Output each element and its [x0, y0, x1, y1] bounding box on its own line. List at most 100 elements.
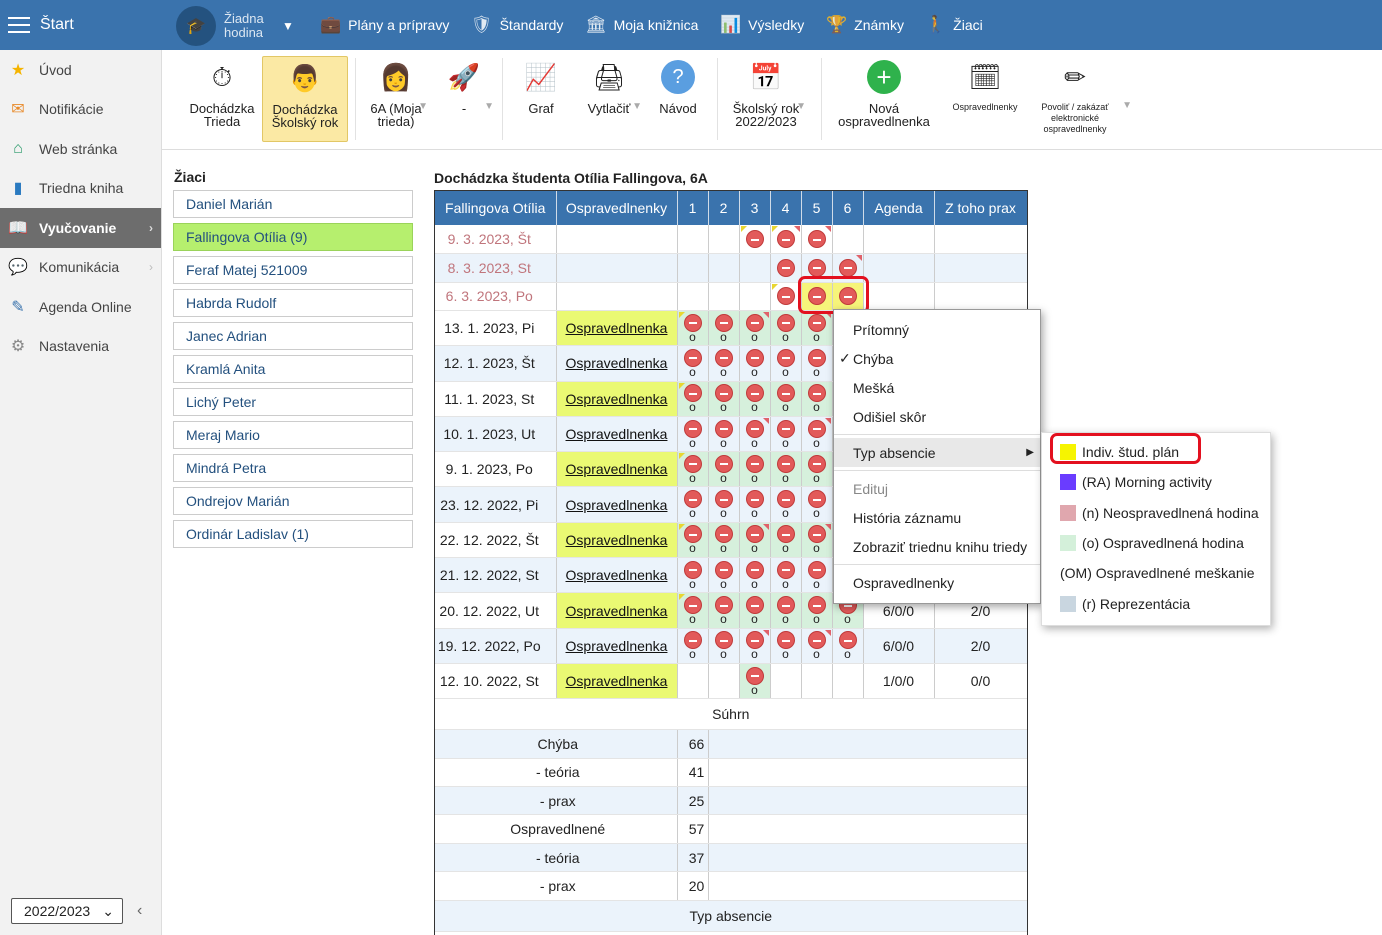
excuse-link[interactable]: Ospravedlnenka	[566, 426, 668, 442]
absence-mark[interactable]: o	[740, 666, 770, 696]
excuse-link[interactable]: Ospravedlnenka	[566, 532, 668, 548]
lesson-cell[interactable]: o	[770, 451, 802, 488]
absence-mark[interactable]: o	[740, 596, 770, 625]
menu-item-excuses[interactable]: Ospravedlnenky	[834, 568, 1040, 597]
lesson-cell[interactable]	[739, 225, 771, 254]
help-button[interactable]: ? Návod	[650, 56, 706, 142]
new-excuse-button[interactable]: + Nová ospravedlnenka	[832, 56, 936, 142]
graph-button[interactable]: 📈 Graf	[512, 56, 570, 142]
absence-type-option[interactable]: (r) Reprezentácia	[1042, 588, 1270, 618]
lesson-cell[interactable]: o	[770, 381, 802, 417]
lesson-cell[interactable]	[801, 663, 833, 700]
absence-mark[interactable]: o	[802, 560, 832, 590]
sidebar-item-notifications[interactable]: ✉ Notifikácie	[0, 90, 161, 130]
excuse-cell[interactable]: Ospravedlnenka	[556, 381, 678, 417]
excuse-link[interactable]: Ospravedlnenka	[566, 391, 668, 407]
lesson-cell[interactable]: o	[677, 416, 709, 453]
year-attendance-button[interactable]: 👨 Dochádzka Školský rok	[262, 56, 348, 142]
lesson-cell[interactable]: o	[801, 345, 833, 382]
lesson-cell[interactable]: o	[739, 416, 771, 453]
lesson-cell[interactable]: o	[677, 592, 709, 629]
absence-mark[interactable]: o	[709, 596, 739, 625]
absence-mark[interactable]: o	[709, 419, 739, 449]
excuse-cell[interactable]: Ospravedlnenka	[556, 416, 678, 453]
excuse-cell[interactable]: Ospravedlnenka	[556, 486, 678, 523]
absence-mark[interactable]: o	[802, 384, 832, 413]
lesson-cell[interactable]: o	[708, 416, 740, 453]
menu-item-left-early[interactable]: Odišiel skôr	[834, 402, 1040, 431]
absence-mark[interactable]: o	[802, 596, 832, 625]
student-item[interactable]: Janec Adrian	[173, 322, 413, 350]
sidebar-item-communication[interactable]: 💬 Komunikácia ›	[0, 248, 161, 288]
lesson-cell[interactable]	[708, 225, 740, 254]
absence-mark[interactable]: o	[678, 348, 708, 378]
absence-mark[interactable]: o	[709, 348, 739, 378]
lesson-cell[interactable]: o	[677, 381, 709, 417]
lesson-cell[interactable]	[832, 225, 864, 254]
absence-mark[interactable]: o	[771, 419, 801, 449]
absence-mark[interactable]: o	[771, 490, 801, 519]
absence-mark[interactable]: o	[709, 560, 739, 590]
absence-mark[interactable]	[833, 258, 863, 277]
excuse-cell[interactable]: Ospravedlnenka	[556, 310, 678, 347]
lesson-cell[interactable]: o	[770, 416, 802, 453]
lesson-cell[interactable]: o	[739, 628, 771, 664]
lesson-cell[interactable]	[832, 663, 864, 700]
lesson-cell[interactable]: o	[739, 557, 771, 594]
lesson-cell[interactable]: o	[801, 310, 833, 347]
lesson-cell[interactable]: o	[677, 522, 709, 559]
class-attendance-button[interactable]: ⏱ Dochádzka Trieda	[184, 56, 260, 142]
absence-mark[interactable]: o	[709, 631, 739, 660]
lesson-cell[interactable]: o	[801, 592, 833, 629]
excuse-link[interactable]: Ospravedlnenka	[566, 638, 668, 654]
absence-mark[interactable]	[771, 230, 801, 248]
excuses-button[interactable]: 🗓 Ospravedlnenky	[942, 56, 1028, 142]
absence-mark[interactable]: o	[771, 631, 801, 660]
lesson-cell[interactable]: o	[708, 310, 740, 347]
absence-mark[interactable]: o	[833, 631, 863, 660]
absence-mark[interactable]: o	[771, 313, 801, 343]
absence-mark[interactable]: o	[678, 419, 708, 449]
student-item[interactable]: Fallingova Otília (9)	[173, 223, 413, 251]
menu-item-history[interactable]: História záznamu	[834, 503, 1040, 532]
excuse-cell[interactable]: Ospravedlnenka	[556, 557, 678, 594]
start-menu-button[interactable]: Štart	[0, 0, 162, 50]
absence-mark[interactable]: o	[709, 384, 739, 413]
student-item[interactable]: Ondrejov Marián	[173, 487, 413, 515]
excuse-link[interactable]: Ospravedlnenka	[566, 673, 668, 689]
lesson-cell[interactable]	[739, 253, 771, 283]
student-item[interactable]: Meraj Mario	[173, 421, 413, 449]
school-year-select[interactable]: 2022/2023 ⌄	[11, 898, 123, 924]
student-item[interactable]: Ordinár Ladislav (1)	[173, 520, 413, 548]
lesson-cell[interactable]: o	[708, 592, 740, 629]
lesson-cell[interactable]: o	[739, 486, 771, 523]
menu-item-absence-type[interactable]: Typ absencie ▶	[834, 438, 1040, 467]
lesson-cell[interactable]: o	[739, 663, 771, 700]
absence-mark[interactable]	[802, 258, 832, 277]
lesson-cell[interactable]: o	[739, 592, 771, 629]
absence-mark[interactable]: o	[709, 454, 739, 484]
lesson-cell[interactable]: o	[770, 628, 802, 664]
absence-mark[interactable]: o	[802, 348, 832, 378]
lesson-cell[interactable]: o	[801, 451, 833, 488]
lesson-cell[interactable]	[739, 282, 771, 311]
lesson-cell[interactable]: o	[708, 486, 740, 523]
menu-item-show-classbook[interactable]: Zobraziť triednu knihu triedy	[834, 532, 1040, 561]
lesson-cell[interactable]: o	[677, 628, 709, 664]
lesson-cell[interactable]: o	[770, 522, 802, 559]
lesson-selector[interactable]: 🎓 Žiadna hodina ▼	[176, 6, 294, 46]
excuse-link[interactable]: Ospravedlnenka	[566, 461, 668, 477]
excuse-cell[interactable]: Ospravedlnenka	[556, 345, 678, 382]
school-year-button[interactable]: 📅 Školský rok 2022/2023 ▼	[724, 56, 808, 142]
absence-mark[interactable]: o	[709, 313, 739, 343]
absence-mark[interactable]: o	[740, 348, 770, 378]
lesson-cell[interactable]: o	[739, 310, 771, 347]
nav-results[interactable]: 📊 Výsledky	[720, 0, 804, 50]
absence-mark[interactable]: o	[709, 490, 739, 519]
absence-mark[interactable]: o	[802, 454, 832, 484]
excuse-cell[interactable]: Ospravedlnenka	[556, 663, 678, 700]
nav-library[interactable]: 🏛 Moja knižnica	[585, 0, 698, 50]
absence-mark[interactable]: o	[740, 490, 770, 519]
lesson-cell[interactable]	[770, 225, 802, 254]
lesson-cell[interactable]	[801, 225, 833, 254]
